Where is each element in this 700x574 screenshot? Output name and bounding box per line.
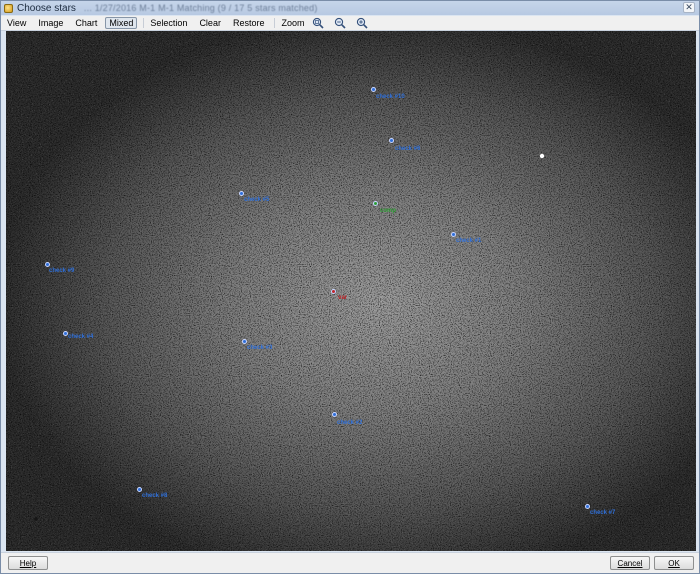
star-label-check8: check #8 — [142, 493, 168, 499]
star-marker-check8[interactable] — [137, 487, 142, 492]
star-marker-check3[interactable] — [242, 339, 247, 344]
view-chart-button[interactable]: Chart — [71, 17, 101, 29]
clear-button[interactable]: Clear — [195, 17, 225, 29]
star-label-check5: check #5 — [244, 197, 270, 203]
view-mixed-button[interactable]: Mixed — [105, 17, 138, 29]
dialog-footer: Help Cancel OK — [1, 552, 699, 573]
star-label-check2: check #2 — [337, 420, 363, 426]
star-field-image[interactable]: var comp check #1 check #2 check #3 check #4 c… — [6, 31, 696, 551]
star-marker-check9[interactable] — [45, 262, 50, 267]
star-label-check9: check #9 — [49, 268, 75, 274]
star-marker-check7[interactable] — [585, 504, 590, 509]
toolbar: View Image Chart Mixed Selection Clear R… — [1, 16, 699, 31]
star-label-check10: check #10 — [376, 94, 405, 100]
star-label-check3: check #3 — [247, 345, 273, 351]
sensor-defect — [34, 517, 38, 521]
window-title: Choose stars — [17, 2, 76, 14]
bright-star — [539, 153, 545, 159]
zoom-label: Zoom — [281, 18, 305, 28]
choose-stars-window: Choose stars ... 1/27/2016 M-1 M-1 Match… — [0, 0, 700, 574]
window-subtitle: ... 1/27/2016 M-1 M-1 Matching (9 / 17 5… — [83, 3, 318, 13]
view-image-button[interactable]: Image — [34, 17, 67, 29]
star-label-check4: check #4 — [68, 334, 94, 340]
cancel-button[interactable]: Cancel — [610, 556, 650, 570]
star-marker-comp[interactable] — [373, 201, 378, 206]
star-label-comp: comp — [380, 208, 397, 214]
zoom-in-icon[interactable] — [356, 17, 369, 29]
star-marker-check5[interactable] — [239, 191, 244, 196]
star-marker-check2[interactable] — [332, 412, 337, 417]
zoom-out-icon[interactable] — [334, 17, 347, 29]
title-bar: Choose stars ... 1/27/2016 M-1 M-1 Match… — [1, 1, 699, 15]
star-marker-check6[interactable] — [389, 138, 394, 143]
star-marker-check10[interactable] — [371, 87, 376, 92]
toolbar-separator — [274, 18, 276, 28]
cancel-button-label: Cancel — [617, 558, 643, 568]
view-label: View — [7, 18, 27, 28]
sky-noise-texture — [6, 31, 696, 551]
selection-label: Selection — [150, 18, 188, 28]
star-label-check7: check #7 — [590, 510, 616, 516]
toolbar-separator — [143, 18, 145, 28]
ok-button[interactable]: OK — [654, 556, 694, 570]
help-button[interactable]: Help — [8, 556, 48, 570]
close-button[interactable]: ✕ — [683, 2, 695, 13]
star-label-check1: check #1 — [456, 238, 482, 244]
star-label-var: var — [338, 295, 348, 301]
ok-button-label: OK — [668, 558, 680, 568]
zoom-fit-icon[interactable] — [312, 17, 325, 29]
star-marker-check1[interactable] — [451, 232, 456, 237]
star-label-check6: check #6 — [395, 146, 421, 152]
help-button-label: Help — [19, 558, 37, 568]
star-marker-var[interactable] — [331, 289, 336, 294]
restore-button[interactable]: Restore — [229, 17, 269, 29]
app-icon — [4, 3, 13, 13]
